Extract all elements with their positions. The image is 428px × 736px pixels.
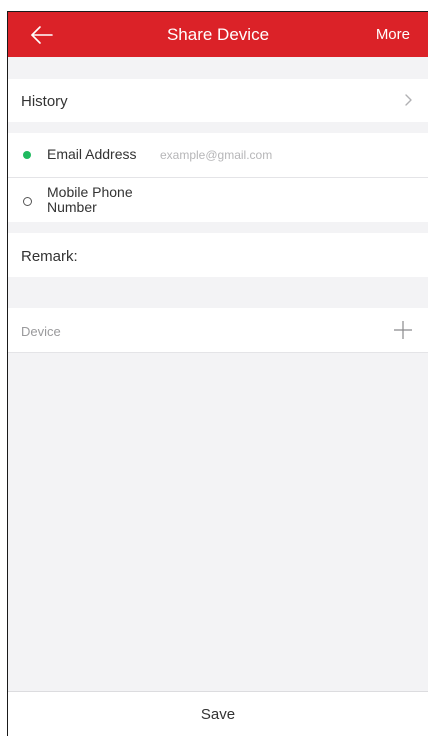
- top-bar: Share Device More: [8, 12, 428, 57]
- email-option-row[interactable]: Email Address: [8, 133, 428, 178]
- radio-unselected-icon[interactable]: [23, 197, 32, 206]
- email-field[interactable]: [160, 145, 410, 165]
- history-label: History: [21, 93, 68, 110]
- history-row[interactable]: History: [8, 79, 428, 122]
- phone-option-row[interactable]: Mobile Phone Number: [8, 178, 428, 222]
- arrow-left-icon: [31, 26, 53, 44]
- device-row: Device: [8, 308, 428, 353]
- add-device-button[interactable]: [393, 320, 413, 340]
- chevron-right-icon: [405, 94, 412, 106]
- remark-row[interactable]: Remark:: [8, 233, 428, 277]
- email-option-label: Email Address: [47, 146, 137, 162]
- phone-option-label-line2: Number: [47, 199, 97, 215]
- share-device-screen: Share Device More History Email Address …: [8, 12, 428, 736]
- phone-option-label-line1: Mobile Phone: [47, 184, 133, 200]
- section-gap: [8, 222, 428, 233]
- more-button[interactable]: More: [376, 26, 410, 43]
- remark-label: Remark:: [21, 248, 78, 265]
- plus-icon: [394, 321, 412, 339]
- section-gap: [8, 122, 428, 133]
- page-title: Share Device: [166, 25, 270, 44]
- save-bar: Save: [8, 691, 428, 736]
- back-button[interactable]: [28, 20, 58, 50]
- save-button[interactable]: Save: [8, 692, 428, 736]
- section-gap: [8, 277, 428, 308]
- phone-option-label: Mobile Phone Number: [47, 185, 133, 215]
- section-gap: [8, 57, 428, 79]
- radio-selected-icon[interactable]: [23, 151, 31, 159]
- device-label: Device: [21, 324, 61, 339]
